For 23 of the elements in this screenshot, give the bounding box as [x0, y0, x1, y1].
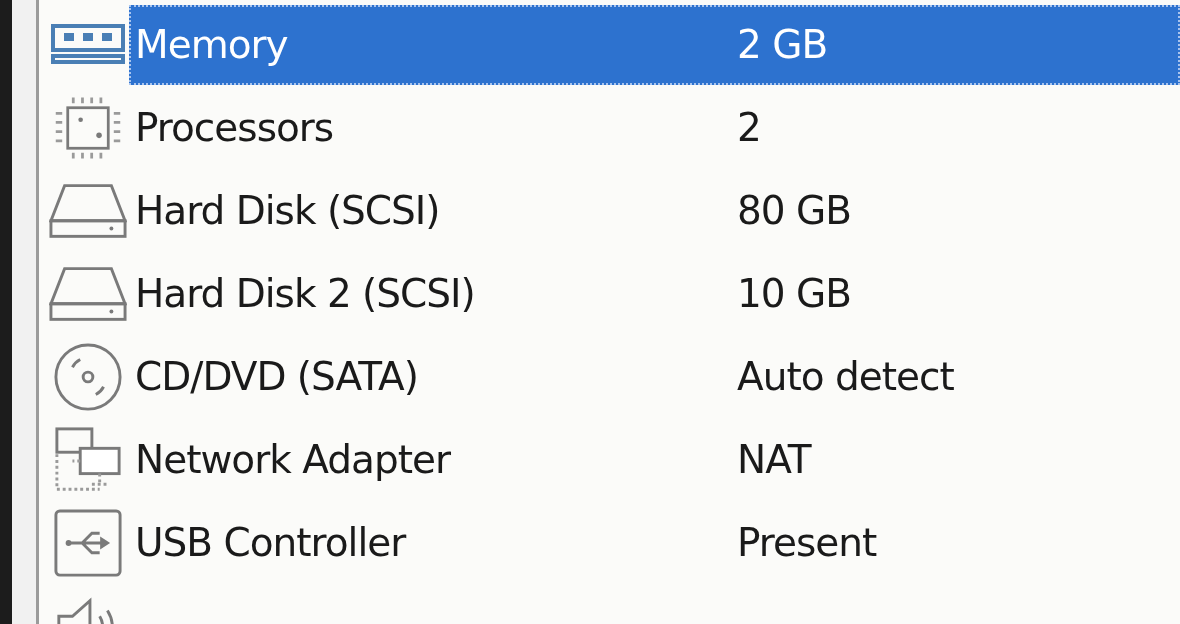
device-row[interactable]: Hard Disk 2 (SCSI) 10 GB: [129, 253, 1180, 334]
device-row[interactable]: USB Controller Present: [129, 502, 1180, 583]
usb-icon: [53, 507, 123, 578]
device-summary: NAT: [737, 437, 811, 482]
device-row[interactable]: Memory 2 GB: [129, 4, 1180, 85]
device-name: CD/DVD (SATA): [135, 354, 419, 399]
device-summary: Present: [737, 520, 877, 565]
device-row[interactable]: CD/DVD (SATA) Auto detect: [129, 336, 1180, 417]
device-row[interactable]: Network Adapter NAT: [129, 419, 1180, 500]
device-summary: 2: [737, 105, 761, 150]
device-summary: 2 GB: [737, 22, 828, 67]
device-name: Hard Disk 2 (SCSI): [135, 271, 476, 316]
device-summary: 80 GB: [737, 188, 851, 233]
device-row[interactable]: Processors 2: [129, 87, 1180, 168]
disc-icon: [53, 341, 123, 412]
device-summary: 10 GB: [737, 271, 851, 316]
device-name: Network Adapter: [135, 437, 452, 482]
device-name: Memory: [135, 22, 289, 67]
device-name: Processors: [135, 105, 335, 150]
device-name: USB Controller: [135, 520, 408, 565]
device-row[interactable]: Hard Disk (SCSI) 80 GB: [129, 170, 1180, 251]
device-name: Hard Disk (SCSI): [135, 188, 441, 233]
device-summary: Auto detect: [737, 354, 954, 399]
